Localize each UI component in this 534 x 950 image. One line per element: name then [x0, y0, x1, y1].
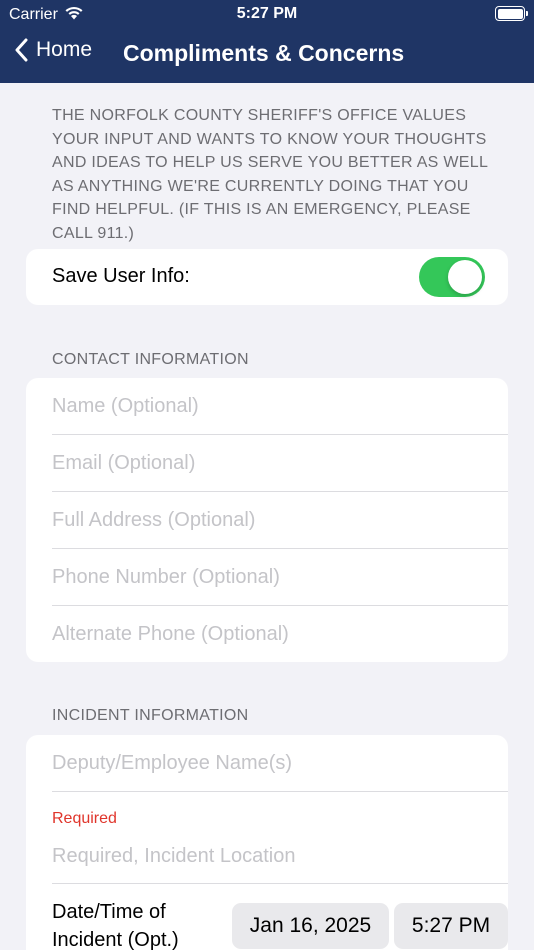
date-picker-button[interactable]: Jan 16, 2025 [232, 903, 389, 949]
deputy-row [52, 735, 508, 792]
alt-phone-input[interactable] [52, 606, 492, 662]
datetime-row: Date/Time of Incident (Opt.) Jan 16, 202… [52, 884, 508, 950]
status-bar: Carrier 5:27 PM [0, 0, 534, 28]
navigation-bar: Home Compliments & Concerns [0, 32, 534, 76]
required-label: Required [52, 810, 117, 827]
location-row: Required [52, 792, 508, 884]
incident-card: Required Date/Time of Incident (Opt.) Ja… [26, 735, 508, 950]
back-button[interactable]: Home [14, 38, 92, 62]
status-time: 5:27 PM [236, 5, 298, 22]
back-label: Home [36, 38, 93, 61]
email-row [52, 435, 508, 492]
incident-section-header: INCIDENT INFORMATION [52, 707, 249, 724]
alt-phone-row [52, 606, 508, 663]
name-input[interactable] [52, 378, 492, 434]
phone-row [52, 549, 508, 606]
intro-text: THE NORFOLK COUNTY SHERIFF'S OFFICE VALU… [52, 107, 488, 242]
battery-icon [495, 6, 528, 21]
datetime-label: Date/Time of Incident (Opt.) [52, 901, 179, 950]
deputy-name-input[interactable] [52, 735, 492, 791]
save-user-info-toggle[interactable] [419, 257, 485, 297]
incident-location-input[interactable] [52, 828, 492, 884]
toggle-knob [448, 260, 482, 294]
address-row [52, 492, 508, 549]
contact-card [26, 378, 508, 662]
header: Carrier 5:27 PM Home Compliments & Conce… [0, 0, 534, 83]
phone-input[interactable] [52, 549, 492, 605]
page-title: Compliments & Concerns [123, 40, 405, 66]
email-input[interactable] [52, 435, 492, 491]
time-picker-button[interactable]: 5:27 PM [394, 903, 508, 949]
chevron-left-icon [14, 38, 28, 62]
name-row [52, 378, 508, 435]
address-input[interactable] [52, 492, 492, 548]
save-user-info-label: Save User Info: [52, 265, 190, 287]
contact-section-header: CONTACT INFORMATION [52, 351, 249, 368]
save-user-info-card: Save User Info: [26, 249, 508, 305]
